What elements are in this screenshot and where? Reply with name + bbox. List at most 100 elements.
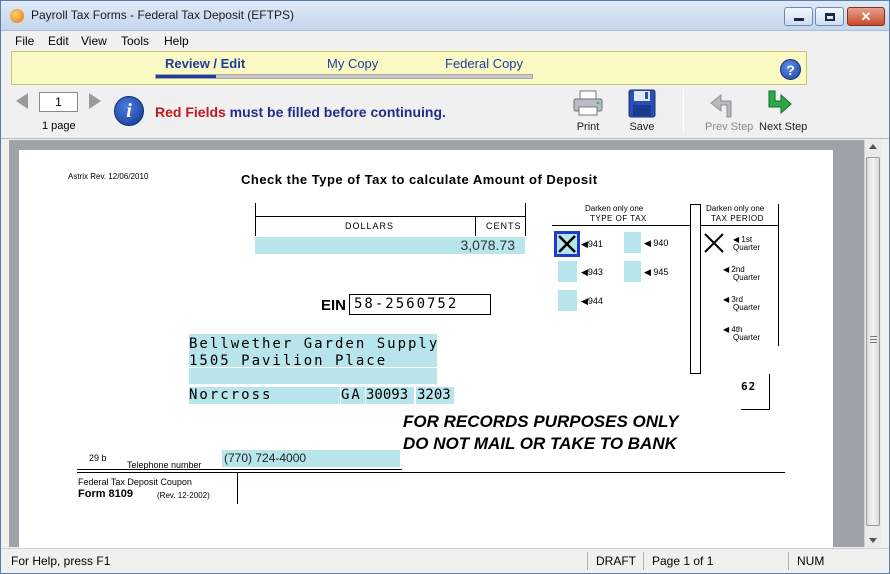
amount-box-right-border	[525, 203, 526, 236]
zip-value: 30093	[366, 387, 409, 403]
phone-field[interactable]: (770) 724-4000	[222, 450, 400, 467]
amount-box-top-line	[255, 216, 526, 217]
tax-944-text: 944	[587, 296, 603, 306]
close-button[interactable]: ✕	[847, 7, 885, 26]
corner-box-right	[769, 374, 770, 410]
red-fields-label: Red Fields	[155, 104, 226, 120]
previous-page-icon[interactable]	[16, 93, 28, 109]
message-text: must be filled before continuing.	[225, 104, 446, 120]
close-icon: ✕	[860, 9, 872, 24]
tax-940-text: 940	[653, 238, 669, 248]
vertical-scrollbar[interactable]	[864, 140, 881, 547]
tax-period-header: Darken only one	[706, 204, 765, 213]
amount-cents-divider	[475, 216, 476, 236]
period-right-border	[778, 204, 779, 346]
state-value: GA	[341, 387, 362, 403]
menu-help[interactable]: Help	[164, 34, 189, 48]
period-2nd-label[interactable]: ◀ 2nd Quarter	[723, 266, 760, 282]
ein-field[interactable]: 58-2560752	[349, 294, 491, 315]
status-separator	[587, 552, 588, 570]
tax-941-checkbox[interactable]	[554, 231, 580, 257]
tax-944-checkbox[interactable]	[558, 290, 577, 311]
step-progress-fill	[156, 75, 217, 78]
corner-code: 62	[741, 380, 757, 393]
tax-940-checkbox[interactable]	[624, 232, 641, 253]
step-progress-bar	[155, 74, 533, 79]
type-of-tax-header: Darken only one	[585, 204, 644, 213]
app-icon	[10, 9, 24, 23]
period-1st-mark-icon[interactable]	[703, 232, 725, 254]
app-window: Payroll Tax Forms - Federal Tax Deposit …	[0, 0, 890, 574]
minimize-button[interactable]	[784, 7, 813, 26]
save-label: Save	[629, 121, 655, 133]
coupon-form-number: Form 8109	[78, 488, 134, 500]
status-mode: DRAFT	[596, 554, 636, 568]
menu-tools[interactable]: Tools	[121, 34, 149, 48]
save-icon	[628, 89, 656, 118]
tax-943-label: ◀943	[581, 267, 603, 277]
tax-945-checkbox[interactable]	[624, 261, 641, 282]
period-2nd-text: Quarter	[733, 273, 761, 282]
period-3rd-label[interactable]: ◀ 3rd Quarter	[723, 296, 760, 312]
window-title: Payroll Tax Forms - Federal Tax Deposit …	[31, 8, 294, 22]
next-step-icon	[768, 90, 792, 115]
period-1st-text: Quarter	[733, 243, 761, 252]
phone-code: 29 b	[89, 453, 107, 463]
menu-edit[interactable]: Edit	[48, 34, 69, 48]
type-of-tax-title: TYPE OF TAX	[590, 214, 647, 223]
phone-value: (770) 724-4000	[224, 451, 307, 465]
title-bar: Payroll Tax Forms - Federal Tax Deposit …	[1, 1, 889, 31]
status-page: Page 1 of 1	[652, 554, 714, 568]
menu-bar: File Edit View Tools Help	[1, 31, 889, 50]
notice-line-2: DO NOT MAIL OR TAKE TO BANK	[403, 434, 677, 453]
tab-federal-copy[interactable]: Federal Copy	[445, 56, 523, 71]
address-line-1: Bellwether Garden Supply	[189, 336, 440, 352]
scroll-down-icon[interactable]	[869, 538, 877, 543]
coupon-title: Federal Tax Deposit Coupon	[78, 477, 192, 487]
maximize-icon	[824, 12, 835, 21]
period-header-line	[701, 225, 779, 226]
maximize-button[interactable]	[815, 7, 844, 26]
print-button[interactable]: Print	[571, 89, 605, 135]
step-banner: Review / Edit My Copy Federal Copy ?	[11, 51, 807, 85]
form-revision: Astrix Rev. 12/06/2010	[68, 172, 149, 181]
scrollbar-thumb[interactable]	[866, 157, 880, 526]
tax-945-text: 945	[653, 267, 669, 277]
grip-line	[870, 339, 877, 340]
page-count-label: 1 page	[42, 120, 76, 132]
tab-my-copy[interactable]: My Copy	[327, 56, 378, 71]
amount-value: 3,078.73	[460, 237, 516, 253]
next-page-icon[interactable]	[89, 93, 101, 109]
next-step-button[interactable]: Next Step	[759, 89, 807, 135]
tax-form-page: Astrix Rev. 12/06/2010 Check the Type of…	[19, 150, 833, 548]
menu-view[interactable]: View	[81, 34, 107, 48]
amount-field[interactable]: 3,078.73	[255, 237, 525, 254]
period-3rd-text: Quarter	[733, 303, 761, 312]
status-separator	[788, 552, 789, 570]
period-4th-label[interactable]: ◀ 4th Quarter	[723, 326, 760, 342]
tax-944-label: ◀944	[581, 296, 603, 306]
menu-file[interactable]: File	[15, 34, 34, 48]
form-heading: Check the Type of Tax to calculate Amoun…	[241, 172, 598, 187]
address-line-divider	[189, 367, 437, 368]
toolbar: 1 page i Red Fields must be filled befor…	[1, 87, 889, 139]
info-icon: i	[114, 96, 144, 126]
prev-step-button[interactable]: Prev Step	[705, 89, 753, 135]
page-number-input[interactable]	[39, 92, 78, 112]
phone-underline	[77, 469, 402, 470]
tax-943-text: 943	[587, 267, 603, 277]
corner-box-bottom	[741, 409, 770, 410]
scroll-up-icon[interactable]	[869, 144, 877, 149]
prev-step-icon	[710, 93, 732, 118]
tax-941-text: 941	[587, 239, 603, 249]
tax-943-checkbox[interactable]	[558, 261, 577, 282]
save-button[interactable]: Save	[625, 89, 659, 135]
tax-941-label: ◀941	[581, 239, 603, 249]
type-header-line	[552, 225, 694, 226]
cents-label: CENTS	[486, 221, 522, 231]
grip-line	[870, 342, 877, 343]
printer-icon	[573, 90, 603, 116]
help-icon[interactable]: ?	[780, 59, 801, 80]
tab-review-edit[interactable]: Review / Edit	[165, 56, 245, 71]
coupon-top-line	[77, 472, 785, 473]
